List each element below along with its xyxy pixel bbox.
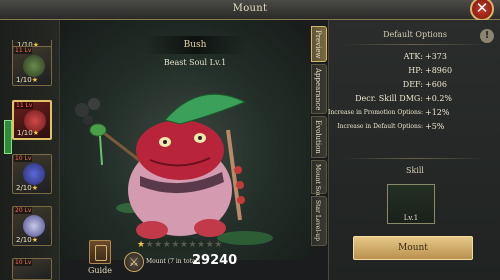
stat-key: ATK: — [403, 52, 423, 61]
stat-key: Increase in Promotion Options: — [327, 109, 423, 116]
mount-artwork — [75, 93, 273, 253]
tab-label: Preview — [314, 30, 322, 59]
mount-portrait — [23, 163, 45, 185]
card-level: 11 Lv — [14, 47, 33, 54]
star-icon: ★ — [214, 240, 223, 250]
guide-button[interactable]: Guide — [86, 240, 114, 280]
skill-title: Skill — [405, 166, 424, 175]
star-icon: ★ — [188, 240, 198, 250]
stat-key: Increase in Default Options: — [337, 123, 423, 130]
tab-preview[interactable]: Preview — [311, 26, 327, 62]
star-icon: ★ — [154, 240, 163, 250]
star-icon: ★ — [205, 240, 215, 250]
stat-value: +12% — [425, 108, 450, 117]
tab-label: Evolution — [314, 120, 322, 154]
stat-key: Decr. Skill DMG: — [355, 94, 423, 103]
star-icon: ★ — [197, 240, 206, 250]
card-level: 20 Lv — [14, 207, 33, 214]
stat-value: +5% — [425, 122, 445, 131]
mount-preview-scene — [60, 20, 310, 260]
card-level: 10 Lv — [14, 155, 33, 162]
card-count: 2/10 — [16, 184, 32, 192]
mount-button[interactable]: Mount — [353, 236, 473, 260]
tab-label: Appearance — [314, 68, 322, 111]
mount-card-2[interactable]: 11 Lv 1/10★ — [12, 100, 52, 140]
star-icon: ★ — [31, 236, 39, 244]
tab-evolution[interactable]: Evolution — [311, 116, 327, 158]
tab-label: Mount Soul — [314, 164, 321, 200]
star-icon: ★ — [31, 184, 39, 192]
skill-slot[interactable]: Lv.1 — [387, 184, 435, 224]
card-count: 1/10 — [16, 76, 32, 84]
mount-card-5[interactable]: 10 Lv — [12, 258, 52, 280]
star-icon: ★ — [32, 129, 40, 137]
card-count: 2/10 — [16, 236, 32, 244]
beast-soul-level: Beast Soul Lv.1 — [163, 58, 227, 67]
info-icon[interactable]: ! — [480, 29, 494, 43]
mount-card-4[interactable]: 20 Lv 2/10★ — [12, 206, 52, 246]
guide-label: Guide — [88, 266, 112, 275]
star-rating: ★★★★★★★★★★ — [137, 240, 223, 250]
star-icon: ★ — [31, 76, 39, 84]
crossed-swords-icon: ⚔ — [124, 252, 144, 272]
stat-key: HP: — [408, 66, 423, 75]
mount-name: Bush — [183, 40, 207, 50]
stat-value: +373 — [425, 52, 447, 61]
mount-name-plate: Bush — [145, 36, 245, 54]
stat-value: +8960 — [425, 66, 453, 75]
title-bar: Mount ✕ — [0, 0, 500, 21]
card-level: 11 Lv — [15, 102, 34, 109]
tab-mount-soul[interactable]: Mount Soul — [311, 160, 327, 199]
stat-value: +0.2% — [425, 94, 453, 103]
mount-card-3[interactable]: 10 Lv 2/10★ — [12, 154, 52, 194]
tab-appearance[interactable]: Appearance — [311, 64, 327, 114]
mount-portrait — [23, 215, 45, 237]
card-count: 1/10 — [17, 129, 33, 137]
star-icon: ★ — [145, 240, 155, 250]
details-panel: Default Options ! ATK: +373 HP: +8960 DE… — [328, 20, 500, 280]
star-icon: ★ — [171, 240, 180, 250]
skill-level: Lv.1 — [403, 214, 419, 222]
mount-list[interactable]: 1/10★ 11 Lv 1/10★ 11 Lv 1/10★ 10 Lv 2/10… — [0, 20, 60, 280]
equipped-tag — [4, 120, 12, 154]
mount-portrait — [23, 55, 45, 77]
divider — [343, 44, 487, 45]
tab-label: Star Level-up — [314, 200, 321, 242]
card-level: 10 Lv — [14, 259, 33, 266]
tab-star-level-up[interactable]: Star Level-up — [311, 196, 327, 246]
mount-card-1[interactable]: 11 Lv 1/10★ — [12, 46, 52, 86]
close-icon: ✕ — [475, 0, 489, 17]
book-icon — [89, 240, 111, 264]
star-icon: ★ — [137, 240, 146, 250]
divider — [343, 158, 487, 159]
stat-key: DEF: — [402, 80, 423, 89]
window-title: Mount — [232, 3, 268, 14]
close-button[interactable]: ✕ — [470, 0, 494, 21]
default-options-title: Default Options — [383, 30, 447, 39]
stat-value: +606 — [425, 80, 447, 89]
power-value: 29240 — [192, 253, 238, 268]
